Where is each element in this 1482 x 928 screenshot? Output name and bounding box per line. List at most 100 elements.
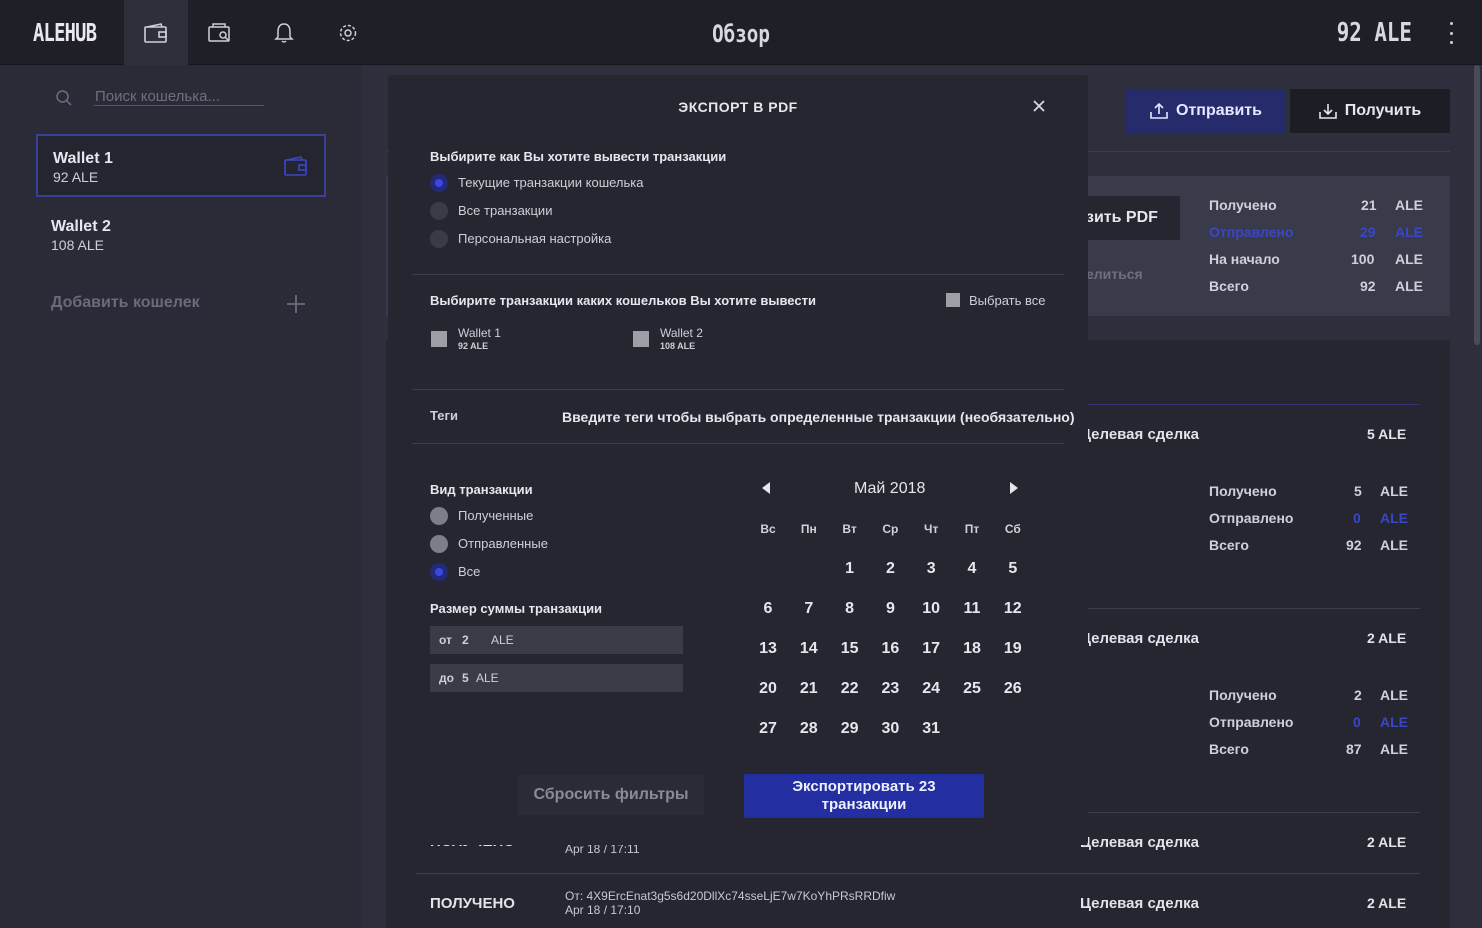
- output-heading: Выбирите как Вы хотите вывести транзакци…: [430, 149, 727, 164]
- wallet-1-checkbox[interactable]: [431, 331, 447, 347]
- stat-value: 21: [1361, 197, 1377, 213]
- stat-value: 5: [1354, 483, 1362, 499]
- radio-label: Полученные: [458, 508, 534, 523]
- tx-date: Apr 18 / 17:10: [565, 903, 641, 917]
- tx-tag: Целевая сделка: [1080, 834, 1200, 851]
- calendar-day[interactable]: 20: [750, 680, 786, 698]
- select-all-label: Выбрать все: [969, 293, 1046, 308]
- radio-sent[interactable]: [430, 535, 448, 553]
- calendar-day[interactable]: 3: [913, 560, 949, 578]
- calendar-day[interactable]: 11: [954, 600, 990, 618]
- app-logo[interactable]: ALEHUB: [33, 18, 97, 47]
- calendar-day[interactable]: 10: [913, 600, 949, 618]
- export-pdf-modal: ЭКСПОРТ В PDF Выбирите как Вы хотите выв…: [388, 75, 1088, 845]
- wallet-search-input[interactable]: Поиск кошелька...: [95, 88, 220, 105]
- calendar-day[interactable]: 24: [913, 680, 949, 698]
- radio-label: Персональная настройка: [458, 231, 612, 246]
- export-button[interactable]: Экспортировать 23 транзакции: [744, 774, 984, 818]
- calendar-day[interactable]: 4: [954, 560, 990, 578]
- kebab-menu-icon[interactable]: [1444, 22, 1458, 44]
- calendar-day[interactable]: 21: [791, 680, 827, 698]
- select-all-checkbox[interactable]: [946, 293, 960, 307]
- wallet-2-checkbox[interactable]: [633, 331, 649, 347]
- stat-unit: ALE: [1380, 741, 1408, 757]
- wallet-card-2[interactable]: Wallet 2 108 ALE: [36, 204, 326, 267]
- wallet-card-1[interactable]: Wallet 1 92 ALE: [36, 134, 326, 197]
- tx-tag: Целевая сделка: [1080, 630, 1200, 647]
- radio-all-transactions[interactable]: [430, 202, 448, 220]
- calendar-day[interactable]: 18: [954, 640, 990, 658]
- stat-value: 0: [1353, 714, 1361, 730]
- export-label: Экспортировать 23 транзакции: [792, 778, 936, 813]
- receive-button[interactable]: Получить: [1290, 89, 1450, 133]
- calendar-day[interactable]: 12: [995, 600, 1031, 618]
- amount-to-input[interactable]: до 5 ALE: [430, 664, 683, 692]
- close-icon[interactable]: [1032, 99, 1048, 115]
- calendar-day[interactable]: 23: [872, 680, 908, 698]
- calendar-day[interactable]: 30: [872, 720, 908, 738]
- radio-received[interactable]: [430, 507, 448, 525]
- stat-label: Отправлено: [1209, 714, 1294, 730]
- add-wallet-label[interactable]: Добавить кошелек: [51, 294, 200, 312]
- calendar-day[interactable]: 8: [832, 600, 868, 618]
- plus-icon[interactable]: [286, 294, 306, 314]
- calendar-day[interactable]: 29: [832, 720, 868, 738]
- calendar-day[interactable]: 19: [995, 640, 1031, 658]
- radio-custom[interactable]: [430, 230, 448, 248]
- share-button[interactable]: елиться: [1086, 266, 1143, 282]
- stat-label: На начало: [1209, 251, 1280, 267]
- download-icon: [1318, 104, 1337, 119]
- tx-amount: 2 ALE: [1367, 895, 1407, 911]
- tx-from-address[interactable]: От: 4X9ErcEnat3g5s6d20DllXc74sseLjE7w7Ko…: [565, 889, 895, 903]
- calendar-day[interactable]: 13: [750, 640, 786, 658]
- amount-unit: ALE: [491, 633, 514, 647]
- calendar-day[interactable]: 6: [750, 600, 786, 618]
- calendar-day[interactable]: 2: [872, 560, 908, 578]
- stat-label: Получено: [1209, 483, 1277, 499]
- stat-value: 0: [1353, 510, 1361, 526]
- calendar-day[interactable]: 17: [913, 640, 949, 658]
- stat-unit: ALE: [1380, 714, 1408, 730]
- calendar-day[interactable]: 25: [954, 680, 990, 698]
- calendar-day[interactable]: 16: [872, 640, 908, 658]
- tx-amount: 2 ALE: [1367, 834, 1407, 850]
- radio-all[interactable]: [430, 563, 448, 581]
- calendar-day[interactable]: 27: [750, 720, 786, 738]
- calendar-day[interactable]: 26: [995, 680, 1031, 698]
- calendar-day[interactable]: 31: [913, 720, 949, 738]
- stat-value: 92: [1346, 537, 1362, 553]
- amount-value: 5: [462, 671, 469, 685]
- divider: [416, 873, 1420, 874]
- top-bar: ALEHUB Обзор 92 ALE: [0, 0, 1482, 65]
- calendar-day[interactable]: 28: [791, 720, 827, 738]
- wallet-balance: 108 ALE: [51, 237, 104, 253]
- send-button[interactable]: Отправить: [1126, 89, 1286, 133]
- calendar-day[interactable]: 22: [832, 680, 868, 698]
- radio-current-wallet[interactable]: [430, 174, 448, 192]
- wallet-name: Wallet 1: [53, 150, 113, 167]
- stat-value: 87: [1346, 741, 1362, 757]
- modal-title: ЭКСПОРТ В PDF: [678, 99, 798, 115]
- stat-unit: ALE: [1380, 483, 1408, 499]
- calendar-weekday: Пт: [964, 522, 980, 536]
- calendar-day[interactable]: 9: [872, 600, 908, 618]
- stat-value: 100: [1351, 251, 1375, 267]
- calendar-day[interactable]: 14: [791, 640, 827, 658]
- calendar-day[interactable]: 5: [995, 560, 1031, 578]
- amount-from-input[interactable]: от 2 ALE: [430, 626, 683, 654]
- amount-heading: Размер суммы транзакции: [430, 601, 603, 616]
- next-month-icon[interactable]: [1008, 481, 1020, 500]
- amount-value: 2: [462, 633, 469, 647]
- tx-amount: 2 ALE: [1367, 630, 1407, 646]
- reset-filters-button[interactable]: Сбросить фильтры: [518, 775, 704, 815]
- prev-month-icon[interactable]: [760, 481, 772, 500]
- calendar-day[interactable]: 1: [832, 560, 868, 578]
- calendar-month: Май 2018: [854, 480, 926, 497]
- calendar-day[interactable]: 7: [791, 600, 827, 618]
- calendar-day[interactable]: 15: [832, 640, 868, 658]
- tags-input[interactable]: Введите теги чтобы выбрать определенные …: [562, 409, 1075, 425]
- page-title: Обзор: [712, 20, 770, 48]
- radio-label: Текущие транзакции кошелька: [458, 175, 644, 190]
- scrollbar[interactable]: [1474, 65, 1480, 345]
- stat-unit: ALE: [1380, 687, 1408, 703]
